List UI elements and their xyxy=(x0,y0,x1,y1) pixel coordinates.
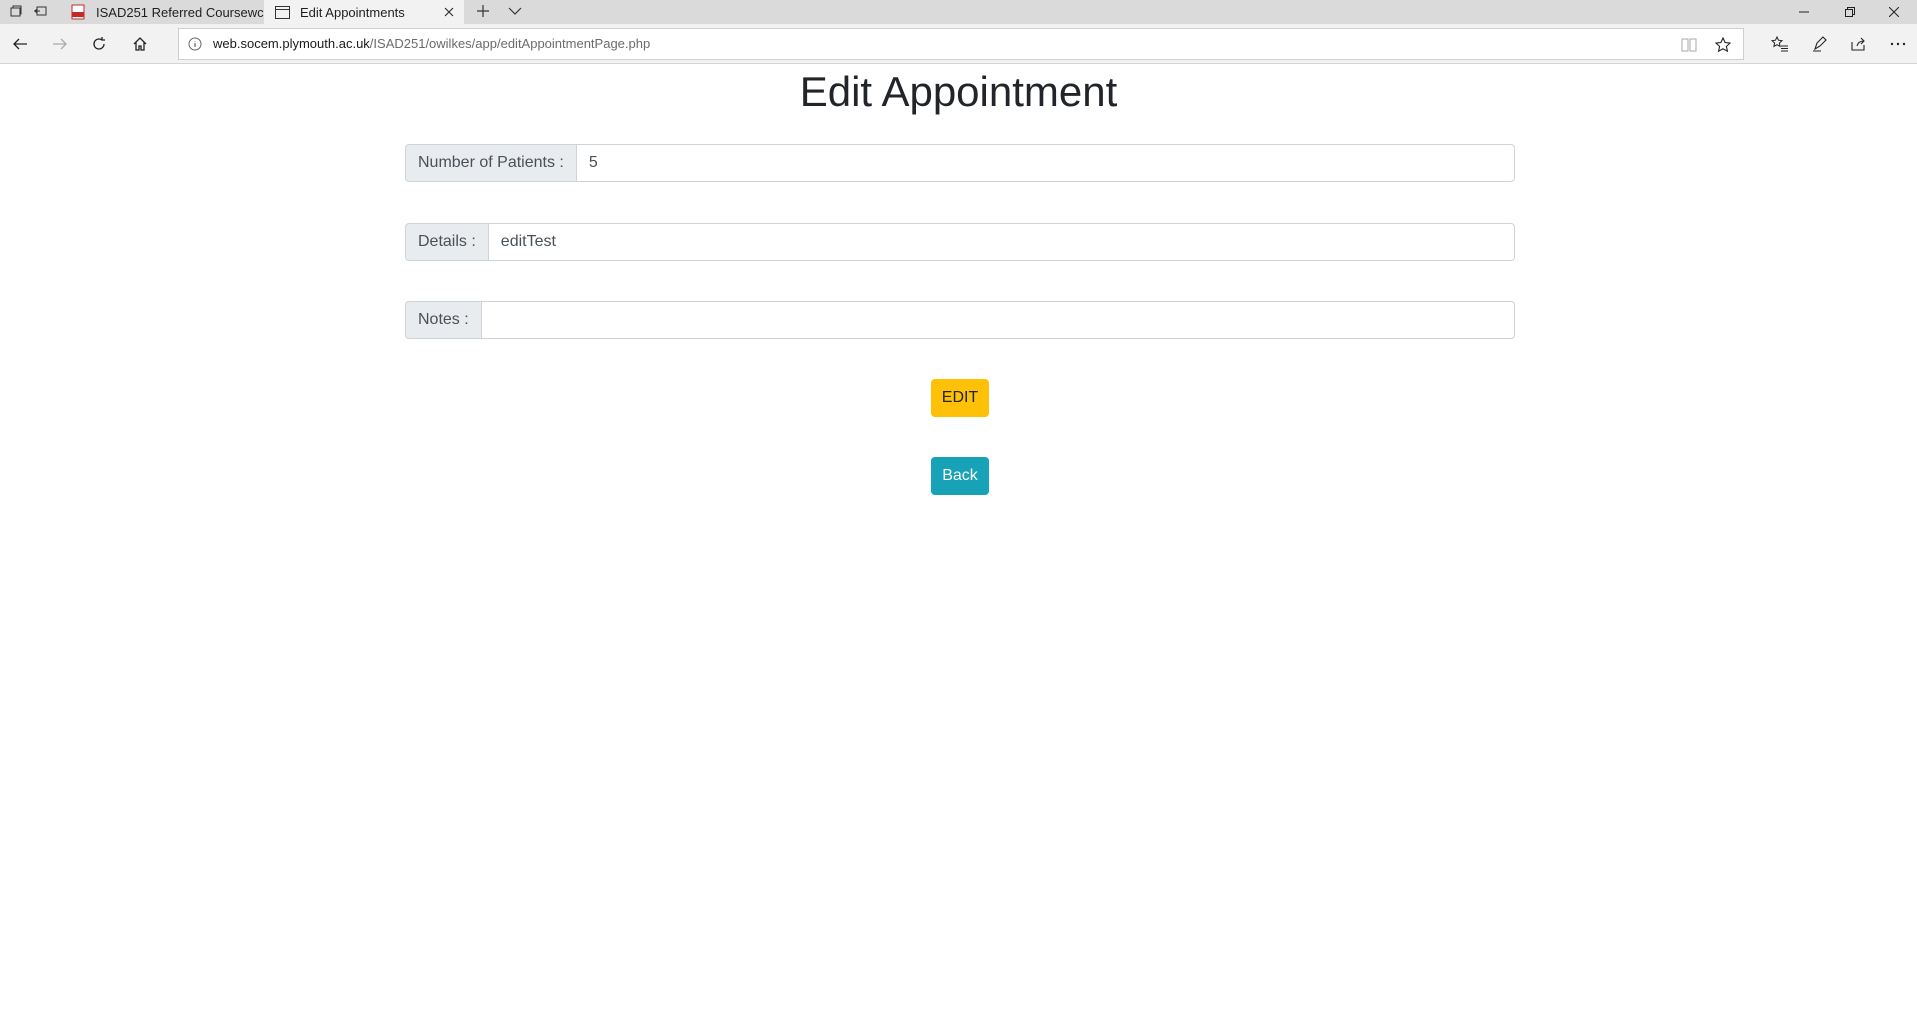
tab-title: ISAD251 Referred Coursewc xyxy=(96,4,264,20)
tab-isad251-coursework[interactable]: ISAD251 Referred Coursewc xyxy=(60,0,264,24)
details-label: Details : xyxy=(405,223,488,261)
number-of-patients-group: Number of Patients : xyxy=(405,144,1515,182)
url-text[interactable]: web.socem.plymouth.ac.uk/ISAD251/owilkes… xyxy=(213,36,650,51)
close-window-icon[interactable] xyxy=(1871,0,1917,24)
details-group: Details : xyxy=(405,223,1515,261)
share-icon[interactable] xyxy=(1841,29,1875,59)
navigation-bar: web.socem.plymouth.ac.uk/ISAD251/owilkes… xyxy=(0,24,1917,64)
back-button[interactable]: Back xyxy=(931,457,989,495)
more-options-icon[interactable] xyxy=(1881,29,1915,59)
forward-icon[interactable] xyxy=(43,29,77,59)
reading-view-icon[interactable] xyxy=(1679,35,1699,55)
home-icon[interactable] xyxy=(123,29,157,59)
add-favorite-star-icon[interactable] xyxy=(1713,35,1733,55)
back-icon[interactable] xyxy=(3,29,37,59)
tab-strip: ISAD251 Referred Coursewc Edit Appointme… xyxy=(0,0,1917,24)
notes-group: Notes : xyxy=(405,301,1515,339)
favorites-hub-icon[interactable] xyxy=(1763,29,1797,59)
pdf-icon xyxy=(70,4,86,20)
notes-input[interactable] xyxy=(480,301,1515,339)
number-of-patients-input[interactable] xyxy=(575,144,1515,182)
close-tab-icon[interactable] xyxy=(440,3,458,21)
set-aside-tabs-icon[interactable] xyxy=(27,1,53,21)
refresh-icon[interactable] xyxy=(82,29,116,59)
new-tab-icon[interactable] xyxy=(470,1,496,21)
address-bar[interactable]: web.socem.plymouth.ac.uk/ISAD251/owilkes… xyxy=(178,28,1744,60)
site-info-icon[interactable] xyxy=(187,36,203,52)
restore-icon[interactable] xyxy=(1827,0,1873,24)
tab-preview-chevron-icon[interactable] xyxy=(502,1,528,21)
tab-title: Edit Appointments xyxy=(300,4,405,20)
web-note-pen-icon[interactable] xyxy=(1803,29,1837,59)
number-of-patients-label: Number of Patients : xyxy=(405,144,576,182)
url-host: web.socem.plymouth.ac.uk xyxy=(213,36,370,51)
notes-label: Notes : xyxy=(405,301,481,339)
page-content: Edit Appointment Number of Patients : De… xyxy=(0,64,1917,1024)
tab-manager-icon[interactable] xyxy=(3,1,29,21)
page-icon xyxy=(274,4,290,20)
minimize-icon[interactable] xyxy=(1781,0,1827,24)
details-input[interactable] xyxy=(487,223,1515,261)
edit-button[interactable]: EDIT xyxy=(931,379,989,417)
tab-edit-appointments[interactable]: Edit Appointments xyxy=(264,0,464,24)
url-path: /ISAD251/owilkes/app/editAppointmentPage… xyxy=(369,36,651,51)
page-title: Edit Appointment xyxy=(799,68,1118,115)
